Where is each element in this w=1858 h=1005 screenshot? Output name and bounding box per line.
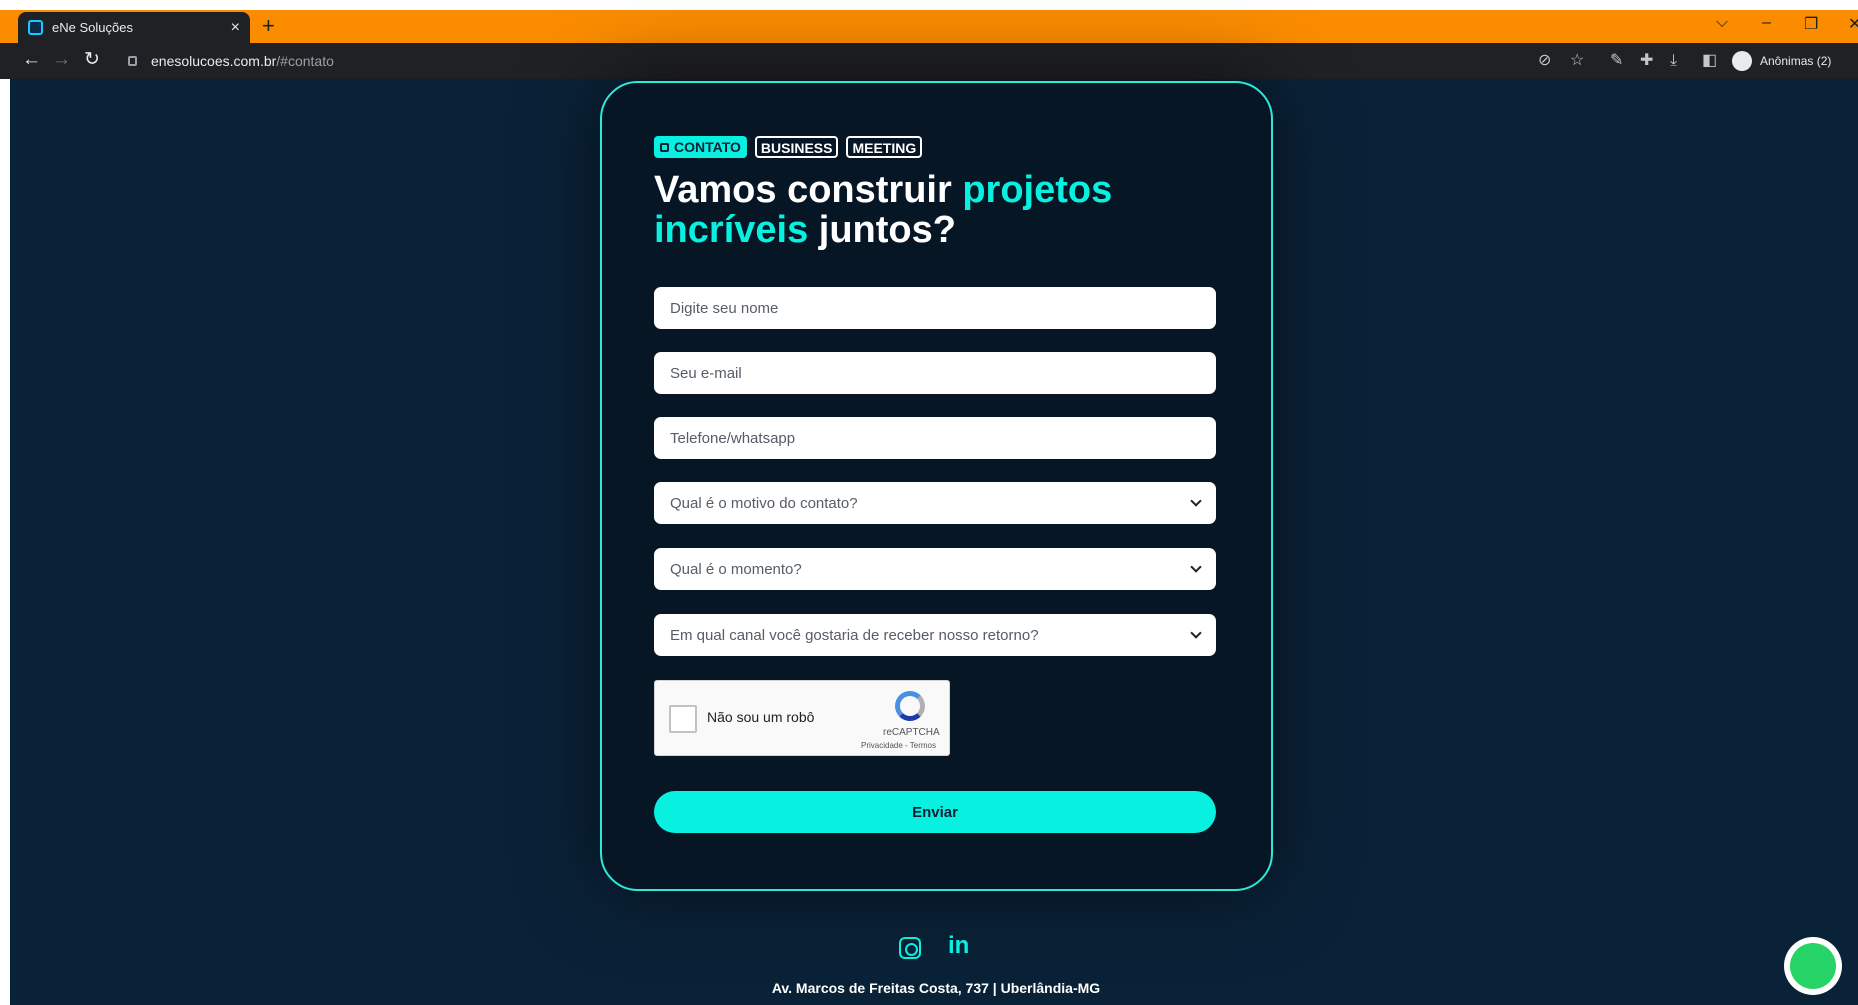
minimize-icon[interactable]: – bbox=[1762, 14, 1771, 32]
linkedin-icon[interactable]: in bbox=[948, 932, 969, 960]
extensions-icon[interactable]: ✚ bbox=[1640, 52, 1653, 70]
reason-select[interactable]: Qual é o motivo do contato? bbox=[654, 482, 1216, 524]
whatsapp-button[interactable] bbox=[1784, 937, 1842, 995]
tag-contato: CONTATO bbox=[654, 136, 747, 158]
recaptcha-links[interactable]: Privacidade - Termos bbox=[861, 741, 936, 750]
reload-icon[interactable]: ↻ bbox=[84, 50, 100, 70]
recaptcha-checkbox[interactable] bbox=[669, 705, 697, 733]
close-window-icon[interactable]: ✕ bbox=[1848, 14, 1858, 34]
star-icon[interactable]: ☆ bbox=[1570, 52, 1584, 70]
tab-search-icon[interactable]: ⌵ bbox=[1716, 14, 1728, 32]
headline-part2: juntos? bbox=[808, 209, 956, 251]
restore-icon[interactable]: ❐ bbox=[1804, 14, 1818, 34]
lock-icon bbox=[128, 56, 137, 66]
channel-select[interactable]: Em qual canal você gostaria de receber n… bbox=[654, 614, 1216, 656]
browser-toolbar: ← → ↻ enesolucoes.com.br /#contato ⊘ ☆ ✎… bbox=[0, 43, 1858, 79]
browser-tab[interactable]: eNe Soluções × bbox=[18, 12, 250, 43]
reason-select-value: Qual é o motivo do contato? bbox=[670, 494, 858, 512]
page-title: Vamos construir projetos incríveis junto… bbox=[654, 170, 1214, 250]
name-placeholder: Digite seu nome bbox=[670, 299, 779, 317]
moment-select[interactable]: Qual é o momento? bbox=[654, 548, 1216, 590]
side-panel-icon[interactable]: ◧ bbox=[1702, 52, 1717, 70]
tab-title: eNe Soluções bbox=[52, 20, 133, 35]
chevron-down-icon bbox=[1190, 627, 1202, 639]
headline-part1: Vamos construir bbox=[654, 169, 963, 211]
recaptcha-label: Não sou um robô bbox=[707, 709, 815, 725]
forward-icon[interactable]: → bbox=[52, 50, 71, 70]
channel-select-value: Em qual canal você gostaria de receber n… bbox=[670, 626, 1039, 644]
back-icon[interactable]: ← bbox=[22, 50, 41, 70]
profile-label: Anônimas (2) bbox=[1760, 54, 1832, 68]
email-field[interactable]: Seu e-mail bbox=[654, 352, 1216, 394]
menu-icon[interactable]: ⋮ bbox=[1852, 52, 1858, 70]
scroll-gutter bbox=[0, 79, 10, 1005]
tag-business: BUSINESS bbox=[754, 136, 839, 158]
recaptcha-logo-icon bbox=[895, 691, 925, 721]
url-path: /#contato bbox=[276, 53, 334, 69]
submit-button[interactable]: Enviar bbox=[654, 791, 1216, 833]
tab-close-icon[interactable]: × bbox=[231, 19, 240, 37]
new-tab-button[interactable]: + bbox=[262, 14, 275, 38]
recaptcha-brand: reCAPTCHA bbox=[883, 727, 940, 738]
pen-icon[interactable]: ✎ bbox=[1610, 52, 1623, 70]
tag-meeting: MEETING bbox=[846, 136, 923, 158]
download-icon[interactable]: ⤓ bbox=[1670, 52, 1677, 70]
name-field[interactable]: Digite seu nome bbox=[654, 287, 1216, 329]
phone-field[interactable]: Telefone/whatsapp bbox=[654, 417, 1216, 459]
phone-placeholder: Telefone/whatsapp bbox=[670, 429, 796, 447]
email-placeholder: Seu e-mail bbox=[670, 364, 742, 382]
moment-select-value: Qual é o momento? bbox=[670, 560, 802, 578]
address-bar[interactable]: enesolucoes.com.br /#contato bbox=[116, 47, 1526, 75]
site-favicon-icon bbox=[28, 20, 43, 35]
url-host: enesolucoes.com.br bbox=[151, 53, 277, 69]
tag-label: CONTATO bbox=[674, 139, 741, 155]
chevron-down-icon bbox=[1190, 561, 1202, 573]
chevron-down-icon bbox=[1190, 495, 1202, 507]
tag-icon bbox=[660, 142, 669, 152]
instagram-icon[interactable] bbox=[899, 937, 921, 959]
recaptcha-widget: Não sou um robô reCAPTCHA Privacidade - … bbox=[654, 680, 950, 756]
profile-button[interactable]: Anônimas (2) bbox=[1732, 51, 1831, 71]
tag-list: CONTATO BUSINESS MEETING bbox=[654, 136, 923, 158]
browser-tab-strip: eNe Soluções × + ⌵ – ❐ ✕ bbox=[0, 10, 1858, 43]
incognito-icon bbox=[1732, 51, 1752, 71]
footer-address: Av. Marcos de Freitas Costa, 737 | Uberl… bbox=[771, 980, 1101, 996]
eye-off-icon[interactable]: ⊘ bbox=[1538, 52, 1551, 70]
whatsapp-icon bbox=[1790, 943, 1836, 989]
